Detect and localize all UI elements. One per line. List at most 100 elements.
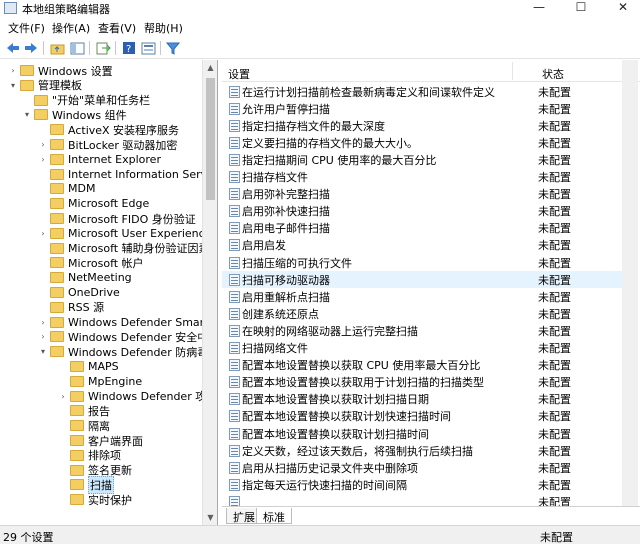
setting-name: 创建系统还原点 <box>242 307 319 321</box>
chevron-right-icon[interactable]: › <box>38 318 48 327</box>
tree-item[interactable]: › Windows Defender SmartSc <box>38 315 217 330</box>
menu-view[interactable]: 查看(V) <box>98 20 136 36</box>
column-separator[interactable] <box>512 62 513 80</box>
table-row[interactable]: 配置本地设置替换以获取 CPU 使用率最大百分比 未配置 <box>222 357 622 374</box>
maximize-button[interactable]: ☐ <box>567 0 595 17</box>
back-arrow-icon[interactable] <box>5 40 21 56</box>
tree-item[interactable]: Internet Information Service <box>38 167 217 182</box>
properties-icon[interactable] <box>140 40 156 56</box>
tree-item[interactable]: Microsoft 帐户 <box>38 255 144 270</box>
tree-item[interactable]: › BitLocker 驱动器加密 <box>38 137 177 152</box>
tree-item[interactable]: MAPS <box>58 359 119 374</box>
menu-file[interactable]: 文件(F) <box>8 20 45 36</box>
tree-item-label: MDM <box>68 182 96 196</box>
tree-item[interactable]: Microsoft Edge <box>38 196 149 211</box>
tree-item[interactable]: › Windows Defender 攻击防 <box>58 389 217 404</box>
scroll-down-arrow-icon[interactable]: ▼ <box>203 510 217 525</box>
table-row[interactable]: 启用电子邮件扫描 未配置 <box>222 220 622 237</box>
tree-item[interactable]: › Windows 设置 <box>8 63 112 78</box>
chevron-right-icon[interactable]: › <box>58 392 68 401</box>
tab-standard[interactable]: 标准 <box>256 508 292 524</box>
tree-item[interactable]: 扫描 <box>58 475 114 494</box>
tree-item[interactable]: OneDrive <box>38 285 120 300</box>
table-row[interactable]: 启用从扫描历史记录文件夹中删除项 未配置 <box>222 459 622 476</box>
tree-item-label: "开始"菜单和任务栏 <box>52 94 151 108</box>
up-folder-icon[interactable] <box>49 40 65 56</box>
table-row[interactable]: 指定扫描期间 CPU 使用率的最大百分比 未配置 <box>222 151 622 168</box>
table-row[interactable]: 启用重解析点扫描 未配置 <box>222 288 622 305</box>
tree-item[interactable]: ▾ Windows Defender 防病毒程 <box>38 344 217 359</box>
table-row[interactable]: 在映射的网络驱动器上运行完整扫描 未配置 <box>222 322 622 339</box>
table-row[interactable]: 扫描存档文件 未配置 <box>222 169 622 186</box>
tree-item[interactable]: "开始"菜单和任务栏 <box>22 93 150 108</box>
tree-item-label: 客户端界面 <box>88 434 143 448</box>
tree-item[interactable]: › Windows Defender 安全中 <box>38 329 208 344</box>
column-header-setting[interactable]: 设置 <box>228 66 250 82</box>
table-row[interactable]: 配置本地设置替换以获取计划扫描时间 未配置 <box>222 425 622 442</box>
chevron-down-icon[interactable]: ▾ <box>8 81 18 90</box>
minimize-button[interactable]: — <box>525 0 553 17</box>
setting-state: 未配置 <box>538 342 571 355</box>
filter-icon[interactable] <box>165 40 181 56</box>
tree-item[interactable]: › Microsoft User Experience V <box>38 226 217 241</box>
tree-item[interactable]: ▾ 管理模板 <box>8 78 82 93</box>
forward-arrow-icon[interactable] <box>23 40 39 56</box>
table-row[interactable]: 启用弥补完整扫描 未配置 <box>222 186 622 203</box>
table-row[interactable]: 配置本地设置替换以获取计划快速扫描时间 未配置 <box>222 408 622 425</box>
chevron-down-icon[interactable]: ▾ <box>38 347 48 356</box>
table-row[interactable]: 定义要扫描的存档文件的最大大小。 未配置 <box>222 134 622 151</box>
table-row[interactable]: 启用弥补快速扫描 未配置 <box>222 203 622 220</box>
list-scrollbar[interactable] <box>622 60 638 506</box>
table-row[interactable]: 启用启发 未配置 <box>222 237 622 254</box>
chevron-right-icon[interactable]: › <box>38 332 48 341</box>
close-button[interactable]: ✕ <box>609 0 637 17</box>
table-row[interactable]: 扫描压缩的可执行文件 未配置 <box>222 254 622 271</box>
table-row[interactable]: 允许用户暂停扫描 未配置 <box>222 100 622 117</box>
export-list-icon[interactable] <box>95 40 111 56</box>
setting-state: 未配置 <box>538 478 571 492</box>
table-row[interactable]: 创建系统还原点 未配置 <box>222 305 622 322</box>
show-hide-tree-icon[interactable] <box>69 40 85 56</box>
table-row[interactable]: 指定每天运行快速扫描的时间间隔 未配置 <box>222 476 622 493</box>
tree-pane[interactable]: › Windows 设置 ▾ 管理模板 "开始"菜单和任务栏 ▾ Windows 组件 Act… <box>0 60 218 525</box>
folder-icon <box>34 94 48 106</box>
chevron-down-icon[interactable]: ▾ <box>22 110 32 119</box>
tree-item[interactable]: 排除项 <box>58 448 121 463</box>
chevron-right-icon[interactable]: › <box>38 229 48 238</box>
tree-item[interactable]: › Internet Explorer <box>38 152 161 167</box>
folder-icon <box>70 494 84 506</box>
tree-item[interactable]: 报告 <box>58 403 110 418</box>
table-row[interactable]: 指定扫描存档文件的最大深度 未配置 <box>222 117 622 134</box>
tree-item[interactable]: 隔离 <box>58 418 110 433</box>
table-row[interactable]: 配置本地设置替换以获取计划扫描日期 未配置 <box>222 391 622 408</box>
policy-setting-icon <box>229 495 240 506</box>
tree-item[interactable]: Microsoft FIDO 身份验证 <box>38 211 196 226</box>
settings-list-pane[interactable]: 设置 状态 在运行计划扫描前检查最新病毒定义和间谍软件定义 未配置 允许用户暂停扫描… <box>222 60 640 506</box>
tree-item[interactable]: MpEngine <box>58 374 142 389</box>
tree-item[interactable]: 客户端界面 <box>58 433 143 448</box>
menu-help[interactable]: 帮助(H) <box>144 20 183 36</box>
table-row[interactable]: 配置本地设置替换以获取用于计划扫描的扫描类型 未配置 <box>222 374 622 391</box>
chevron-right-icon[interactable]: › <box>8 66 18 75</box>
table-row[interactable]: 未配置 <box>222 493 622 506</box>
tree-item[interactable]: ActiveX 安装程序服务 <box>38 122 179 137</box>
tree-item[interactable]: Microsoft 辅助身份验证因素 <box>38 241 210 256</box>
table-row[interactable]: 定义天数，经过该天数后，将强制执行后续扫描 未配置 <box>222 442 622 459</box>
scroll-up-arrow-icon[interactable]: ▲ <box>203 60 217 75</box>
menu-action[interactable]: 操作(A) <box>52 20 90 36</box>
tree-item[interactable]: ▾ Windows 组件 <box>22 107 127 122</box>
tree-scrollbar[interactable]: ▲ ▼ <box>202 60 217 525</box>
tree-item[interactable]: RSS 源 <box>38 300 104 315</box>
chevron-right-icon[interactable]: › <box>38 155 48 164</box>
table-row[interactable]: 扫描网络文件 未配置 <box>222 340 622 357</box>
setting-name: 指定扫描存档文件的最大深度 <box>242 119 385 133</box>
tree-scroll-thumb[interactable] <box>206 78 215 200</box>
tree-item[interactable]: 实时保护 <box>58 492 132 507</box>
table-row[interactable]: 在运行计划扫描前检查最新病毒定义和间谍软件定义 未配置 <box>222 83 622 100</box>
column-header-state[interactable]: 状态 <box>542 66 564 82</box>
help-icon[interactable]: ? <box>121 40 137 56</box>
tree-item[interactable]: NetMeeting <box>38 270 132 285</box>
chevron-right-icon[interactable]: › <box>38 140 48 149</box>
tree-item[interactable]: MDM <box>38 181 95 196</box>
table-row[interactable]: 扫描可移动驱动器 未配置 <box>222 271 622 289</box>
